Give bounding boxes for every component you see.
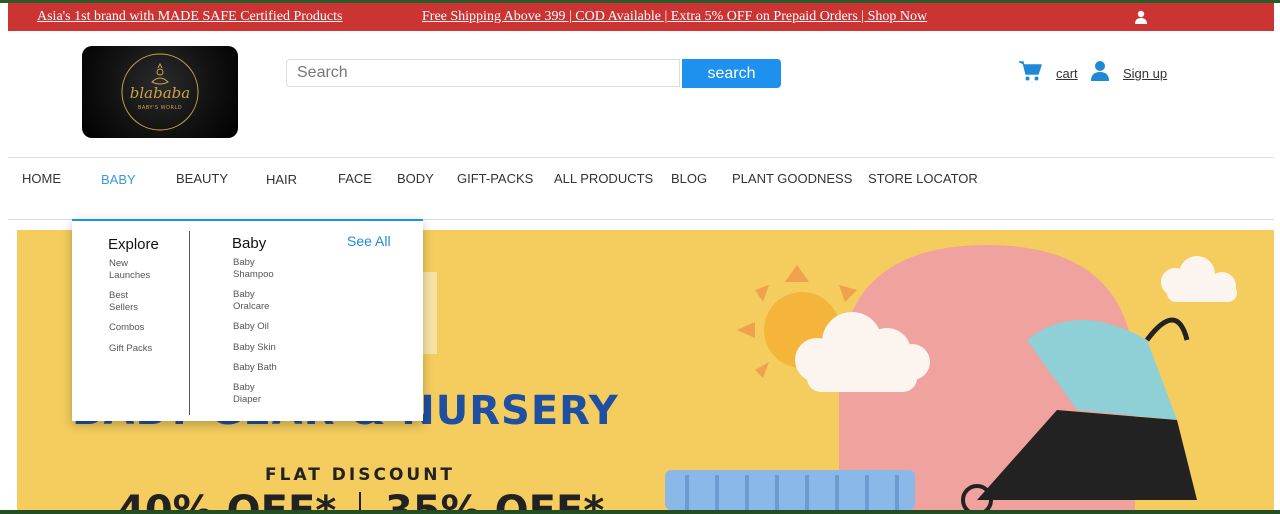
search-button[interactable]: search <box>682 59 781 88</box>
nav-item-face[interactable]: FACE <box>338 171 372 186</box>
dropdown-link-baby-oralcare[interactable]: Baby Oralcare <box>233 289 275 313</box>
announcement-center-link[interactable]: Free Shipping Above 399 | COD Available … <box>422 9 927 25</box>
brand-logo[interactable]: blababa BABY'S WORLD <box>82 46 238 138</box>
dropdown-link-baby-oil[interactable]: Baby Oil <box>233 321 269 333</box>
signup-link[interactable]: Sign up <box>1123 66 1167 81</box>
dropdown-link-baby-shampoo[interactable]: Baby Shampoo <box>233 257 279 281</box>
banner-offer-left: 40% OFF* <box>117 488 336 510</box>
announcement-left-link[interactable]: Asia's 1st brand with MADE SAFE Certifie… <box>37 9 342 25</box>
dropdown-link-baby-diaper[interactable]: Baby Diaper <box>233 382 267 406</box>
nav-item-gift-packs[interactable]: GIFT-PACKS <box>457 171 533 186</box>
search-input[interactable] <box>286 59 680 87</box>
dropdown-link-gift-packs[interactable]: Gift Packs <box>109 343 152 355</box>
cart-icon[interactable] <box>1018 60 1042 82</box>
nav-item-baby[interactable]: BABY <box>101 172 136 187</box>
cart-link[interactable]: cart <box>1056 66 1078 81</box>
dropdown-link-baby-skin[interactable]: Baby Skin <box>233 342 276 354</box>
dropdown-link-best-sellers[interactable]: Best Sellers <box>109 290 151 314</box>
baby-dropdown-menu: Explore New Launches Best Sellers Combos… <box>72 219 423 421</box>
nav-item-beauty[interactable]: BEAUTY <box>176 171 228 186</box>
bottom-edge-bar <box>0 510 1280 514</box>
logo-brand-text: blababa <box>129 84 191 102</box>
dropdown-see-all-link[interactable]: See All <box>347 233 391 249</box>
nav-divider-top <box>8 157 1274 158</box>
logo-tagline: BABY'S WORLD <box>137 105 183 111</box>
dropdown-divider <box>189 231 190 415</box>
dropdown-link-baby-bath[interactable]: Baby Bath <box>233 362 277 374</box>
nav-item-blog[interactable]: BLOG <box>671 171 707 186</box>
nav-item-hair[interactable]: HAIR <box>266 172 297 187</box>
nav-item-home[interactable]: HOME <box>22 171 61 186</box>
announcement-bar: Asia's 1st brand with MADE SAFE Certifie… <box>8 3 1274 31</box>
nav-item-body[interactable]: BODY <box>397 171 434 186</box>
dropdown-link-new-launches[interactable]: New Launches <box>109 258 159 282</box>
banner-offer-divider <box>359 492 361 510</box>
banner-subheadline: FLAT DISCOUNT <box>265 465 456 485</box>
dropdown-link-combos[interactable]: Combos <box>109 322 144 334</box>
nav-item-store-locator[interactable]: STORE LOCATOR <box>868 171 978 186</box>
dropdown-explore-heading: Explore <box>108 236 159 253</box>
user-icon[interactable] <box>1134 10 1148 24</box>
banner-offer-right: 35% OFF* <box>385 488 604 510</box>
account-icon[interactable] <box>1090 60 1110 82</box>
dropdown-baby-heading: Baby <box>232 235 267 252</box>
nav-item-all-products[interactable]: ALL PRODUCTS <box>554 171 653 186</box>
nav-item-plant-goodness[interactable]: PLANT GOODNESS <box>732 171 852 186</box>
